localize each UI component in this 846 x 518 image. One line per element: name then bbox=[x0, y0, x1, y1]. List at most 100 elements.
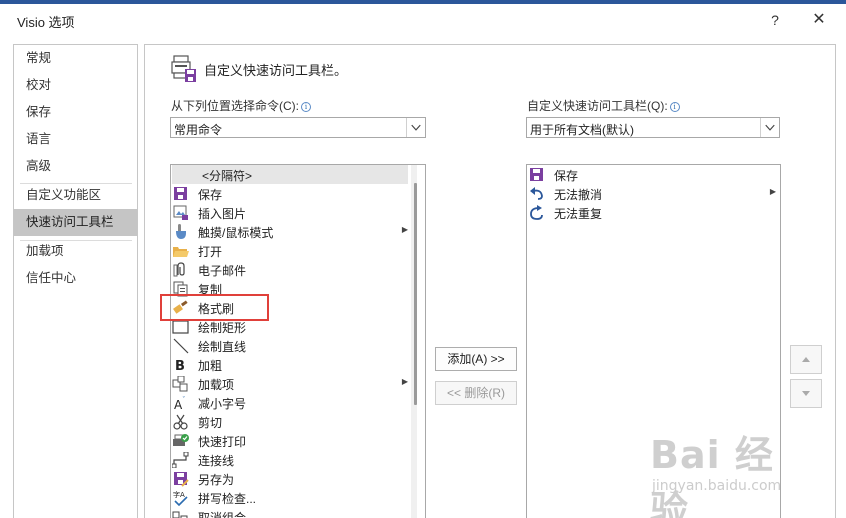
list-item-label: 取消组合 bbox=[198, 511, 247, 518]
watermark-brand: Bai 经验 bbox=[650, 433, 774, 518]
list-item[interactable]: 字A 拼写检查... bbox=[172, 488, 408, 507]
list-item-label: 无法撤消 bbox=[554, 188, 603, 202]
list-item-label: 加粗 bbox=[198, 359, 223, 373]
list-item-label: <分隔符> bbox=[202, 169, 253, 183]
list-item[interactable]: 触摸/鼠标模式 ▶ bbox=[172, 222, 408, 241]
nav-item-addins[interactable]: 加载项 bbox=[14, 238, 137, 265]
highlight-annotation bbox=[160, 294, 269, 321]
undo-icon bbox=[530, 187, 543, 200]
email-attachment-icon bbox=[173, 262, 185, 277]
list-item[interactable]: 取消组合 bbox=[172, 507, 408, 518]
options-nav: 常规 校对 保存 语言 高级 自定义功能区 快速访问工具栏 加载项 信任中心 bbox=[13, 44, 138, 518]
list-item[interactable]: 保存 bbox=[528, 165, 780, 184]
line-icon bbox=[173, 338, 189, 354]
list-item-label: 连接线 bbox=[198, 454, 235, 468]
ungroup-icon bbox=[172, 511, 188, 518]
list-item[interactable]: Aˇ 减小字号 bbox=[172, 393, 408, 412]
list-item-label: 无法重复 bbox=[554, 207, 603, 221]
list-item[interactable]: 连接线 bbox=[172, 450, 408, 469]
list-item[interactable]: 插入图片 bbox=[172, 203, 408, 222]
nav-item-proofing[interactable]: 校对 bbox=[14, 72, 137, 99]
list-item[interactable]: 加载项 ▶ bbox=[172, 374, 408, 393]
remove-button[interactable]: << 删除(R) bbox=[435, 381, 517, 405]
help-button[interactable]: ? bbox=[762, 8, 788, 32]
list-item[interactable]: 剪切 bbox=[172, 412, 408, 431]
svg-text:ˇ: ˇ bbox=[182, 396, 186, 404]
list-item-label: 拼写检查... bbox=[198, 492, 257, 506]
cut-icon bbox=[173, 414, 188, 430]
bold-icon: B bbox=[175, 359, 185, 373]
open-folder-icon bbox=[173, 247, 189, 257]
nav-item-advanced[interactable]: 高级 bbox=[14, 153, 137, 180]
spelling-icon: 字A bbox=[173, 490, 188, 506]
connector-icon bbox=[172, 452, 189, 468]
window-title: Visio 选项 bbox=[17, 15, 75, 30]
save-icon bbox=[174, 187, 187, 200]
nav-item-customize-ribbon[interactable]: 自定义功能区 bbox=[14, 182, 137, 209]
list-item[interactable]: 快速打印 bbox=[172, 431, 408, 450]
submenu-arrow-icon: ▶ bbox=[401, 377, 408, 386]
nav-item-trust-center[interactable]: 信任中心 bbox=[14, 265, 137, 292]
quick-access-toolbar-icon bbox=[171, 55, 196, 82]
choose-commands-label: 从下列位置选择命令(C): i bbox=[171, 97, 311, 114]
scrollbar-thumb[interactable] bbox=[414, 183, 417, 405]
list-item-label: 绘制矩形 bbox=[198, 321, 247, 335]
list-item-label: 绘制直线 bbox=[198, 340, 247, 354]
list-item-label: 保存 bbox=[198, 188, 223, 202]
list-item[interactable]: <分隔符> bbox=[172, 165, 408, 184]
commands-scrollbar[interactable] bbox=[411, 165, 417, 518]
list-item[interactable]: 绘制直线 bbox=[172, 336, 408, 355]
list-item[interactable]: 无法重复 bbox=[528, 203, 780, 222]
list-item-label: 减小字号 bbox=[198, 397, 247, 411]
list-item-label: 剪切 bbox=[198, 416, 223, 430]
watermark-url: jingyan.baidu.com bbox=[652, 478, 782, 494]
page-heading: 自定义快速访问工具栏。 bbox=[204, 63, 348, 78]
list-item[interactable]: B 加粗 bbox=[172, 355, 408, 374]
nav-item-quick-access-toolbar[interactable]: 快速访问工具栏 bbox=[14, 209, 137, 236]
list-item-label: 保存 bbox=[554, 169, 579, 183]
list-item-label: 插入图片 bbox=[198, 207, 247, 221]
customize-qat-select[interactable]: 用于所有文档(默认) bbox=[526, 117, 780, 138]
redo-icon bbox=[530, 205, 543, 220]
move-down-button[interactable] bbox=[790, 379, 822, 408]
nav-item-general[interactable]: 常规 bbox=[14, 45, 137, 72]
submenu-arrow-icon: ▶ bbox=[769, 187, 776, 196]
list-item-label: 打开 bbox=[198, 245, 223, 259]
chevron-down-icon bbox=[760, 118, 775, 137]
list-item-label: 电子邮件 bbox=[198, 264, 247, 278]
nav-item-language[interactable]: 语言 bbox=[14, 126, 137, 153]
list-item[interactable]: 另存为 bbox=[172, 469, 408, 488]
rectangle-icon bbox=[172, 320, 189, 334]
list-item-label: 加载项 bbox=[198, 378, 235, 392]
save-as-icon bbox=[174, 472, 189, 487]
list-item[interactable]: 无法撤消 ▶ bbox=[528, 184, 780, 203]
list-item-label: 快速打印 bbox=[198, 435, 247, 449]
chevron-down-icon bbox=[406, 118, 421, 137]
customize-qat-label-text: 自定义快速访问工具栏(Q): bbox=[527, 99, 668, 113]
arrow-down-icon bbox=[802, 391, 810, 396]
svg-text:字A: 字A bbox=[173, 490, 185, 499]
list-item[interactable]: 保存 bbox=[172, 184, 408, 203]
list-item[interactable]: 打开 bbox=[172, 241, 408, 260]
add-button[interactable]: 添加(A) >> bbox=[435, 347, 517, 371]
customize-qat-value: 用于所有文档(默认) bbox=[530, 123, 634, 137]
title-bar: Visio 选项 ? ✕ bbox=[0, 4, 846, 34]
choose-commands-label-text: 从下列位置选择命令(C): bbox=[171, 99, 299, 113]
customize-qat-label: 自定义快速访问工具栏(Q): i bbox=[527, 97, 680, 114]
list-item-label: 触摸/鼠标模式 bbox=[198, 226, 274, 240]
baidu-watermark: Bai 经验 jingyan.baidu.com bbox=[650, 424, 810, 518]
choose-commands-value: 常用命令 bbox=[174, 123, 223, 137]
move-up-button[interactable] bbox=[790, 345, 822, 374]
addins-icon bbox=[172, 376, 188, 392]
decrease-font-icon: Aˇ bbox=[174, 396, 186, 411]
touch-mouse-icon bbox=[176, 224, 186, 239]
list-item[interactable]: 电子邮件 bbox=[172, 260, 408, 279]
info-icon: i bbox=[669, 102, 680, 112]
arrow-up-icon bbox=[802, 357, 810, 362]
nav-item-save[interactable]: 保存 bbox=[14, 99, 137, 126]
commands-list[interactable]: <分隔符> 保存 插入图片 触摸/鼠标模式 ▶ 打开 电子邮件 复制 格式刷 绘… bbox=[170, 164, 426, 518]
close-button[interactable]: ✕ bbox=[806, 8, 832, 32]
svg-text:B: B bbox=[175, 359, 185, 373]
info-icon: i bbox=[301, 102, 311, 112]
choose-commands-select[interactable]: 常用命令 bbox=[170, 117, 426, 138]
